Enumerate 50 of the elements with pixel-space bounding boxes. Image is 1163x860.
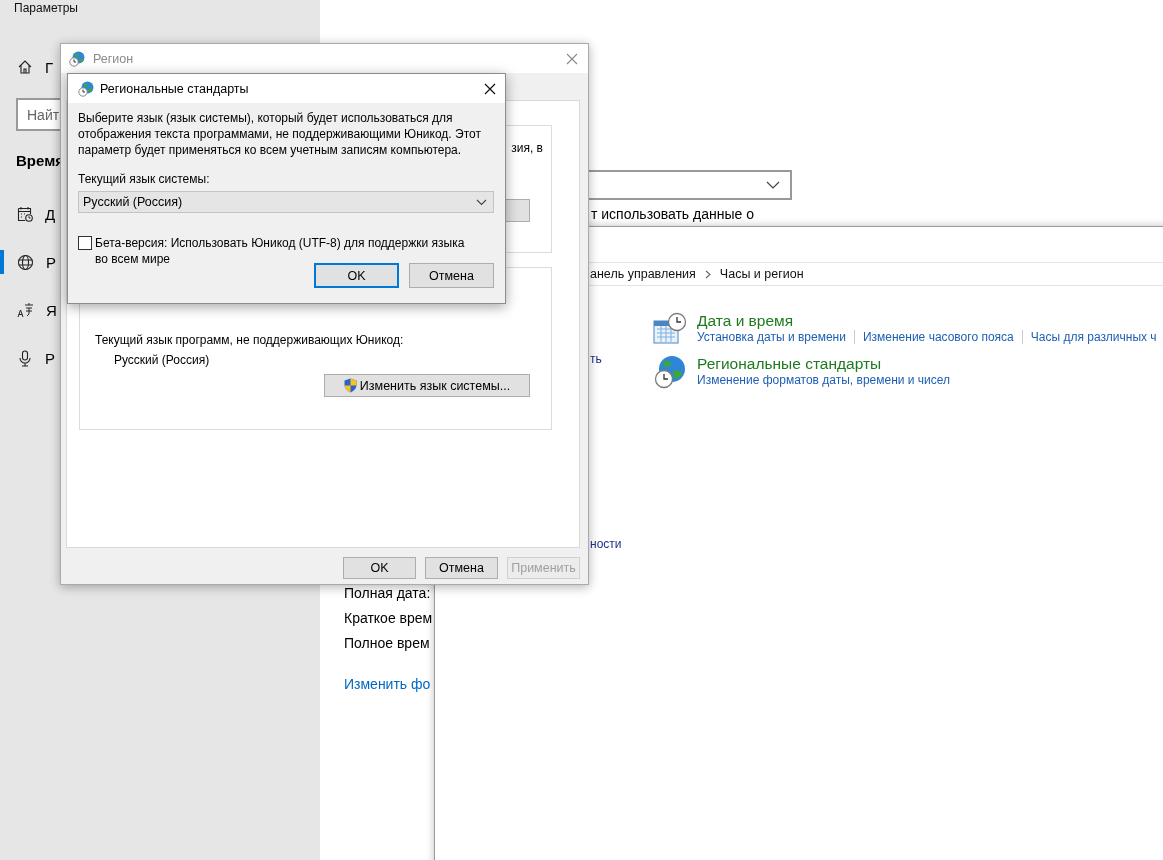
sidebar-item[interactable]: Р bbox=[45, 349, 55, 367]
sidebar-item[interactable]: Г bbox=[45, 58, 54, 76]
change-formats-link[interactable]: Изменить фо bbox=[344, 676, 431, 692]
task-link[interactable]: Изменение форматов даты, времени и чисел bbox=[697, 373, 951, 387]
globe-clock-icon bbox=[78, 80, 94, 97]
chevron-down-icon bbox=[476, 198, 487, 206]
search-field[interactable]: Найт bbox=[16, 98, 60, 131]
task-link[interactable]: Изменение часового пояса bbox=[862, 330, 1014, 344]
description-text: зия, в bbox=[511, 141, 543, 155]
close-icon[interactable] bbox=[484, 82, 496, 95]
task-link[interactable]: Установка даты и времени bbox=[697, 330, 846, 344]
current-language-text: Русский (Россия) bbox=[114, 353, 211, 367]
description-text: Выберите язык (язык системы), который будет использоваться для отображения текста программами, не поддерживающими Юникод. Этот параметр будет применяться ко всем учетным записям компьютера. bbox=[78, 110, 482, 158]
breadcrumb-item[interactable]: Часы и регион bbox=[719, 267, 804, 281]
description-text: т использовать данные о bbox=[591, 206, 755, 222]
change-system-language-button[interactable]: Изменить язык системы... bbox=[324, 374, 530, 397]
sidebar-link[interactable]: ть bbox=[590, 352, 602, 366]
format-label: Полная дата: bbox=[344, 585, 431, 603]
sidebar-item[interactable]: Р bbox=[46, 253, 56, 271]
sidebar-link[interactable]: ности bbox=[590, 537, 622, 551]
task-link[interactable]: Часы для различных ч bbox=[1030, 330, 1157, 344]
home-icon bbox=[17, 59, 33, 75]
category-title[interactable]: Региональные стандарты bbox=[697, 355, 951, 373]
format-label: Краткое врем bbox=[344, 610, 433, 628]
dialog-button[interactable]: Отмена bbox=[425, 557, 498, 579]
window-title: Параметры bbox=[14, 1, 79, 15]
microphone-icon bbox=[17, 349, 33, 367]
sidebar-item[interactable]: Д bbox=[45, 205, 56, 223]
globe-clock-icon bbox=[69, 50, 85, 67]
language-icon bbox=[17, 302, 34, 318]
dialog-button[interactable]: Отмена bbox=[409, 263, 494, 288]
dialog-title: Регион bbox=[93, 51, 134, 66]
category-title[interactable]: Дата и время bbox=[697, 312, 1157, 330]
globe-icon bbox=[17, 253, 34, 271]
field-label: Текущий язык программ, не поддерживающих Юникод: bbox=[95, 333, 405, 347]
breadcrumb-item[interactable]: анель управления bbox=[590, 267, 696, 281]
dialog-title: Региональные стандарты bbox=[100, 81, 249, 96]
shield-icon bbox=[343, 378, 357, 393]
calendar-icon bbox=[17, 206, 33, 222]
format-label: Полное врем bbox=[344, 635, 430, 653]
sidebar-item[interactable]: Я bbox=[46, 301, 57, 319]
chevron-right-icon bbox=[704, 269, 711, 279]
chevron-down-icon bbox=[766, 181, 780, 189]
globe-clock-icon bbox=[653, 355, 687, 389]
field-label: Текущий язык системы: bbox=[78, 172, 211, 186]
dialog-button[interactable]: OK bbox=[314, 263, 399, 288]
checkbox[interactable] bbox=[78, 236, 92, 250]
language-dropdown[interactable]: Русский (Россия) bbox=[78, 191, 494, 213]
dialog-button[interactable]: OK bbox=[343, 557, 416, 579]
calendar-clock-icon bbox=[653, 312, 687, 346]
